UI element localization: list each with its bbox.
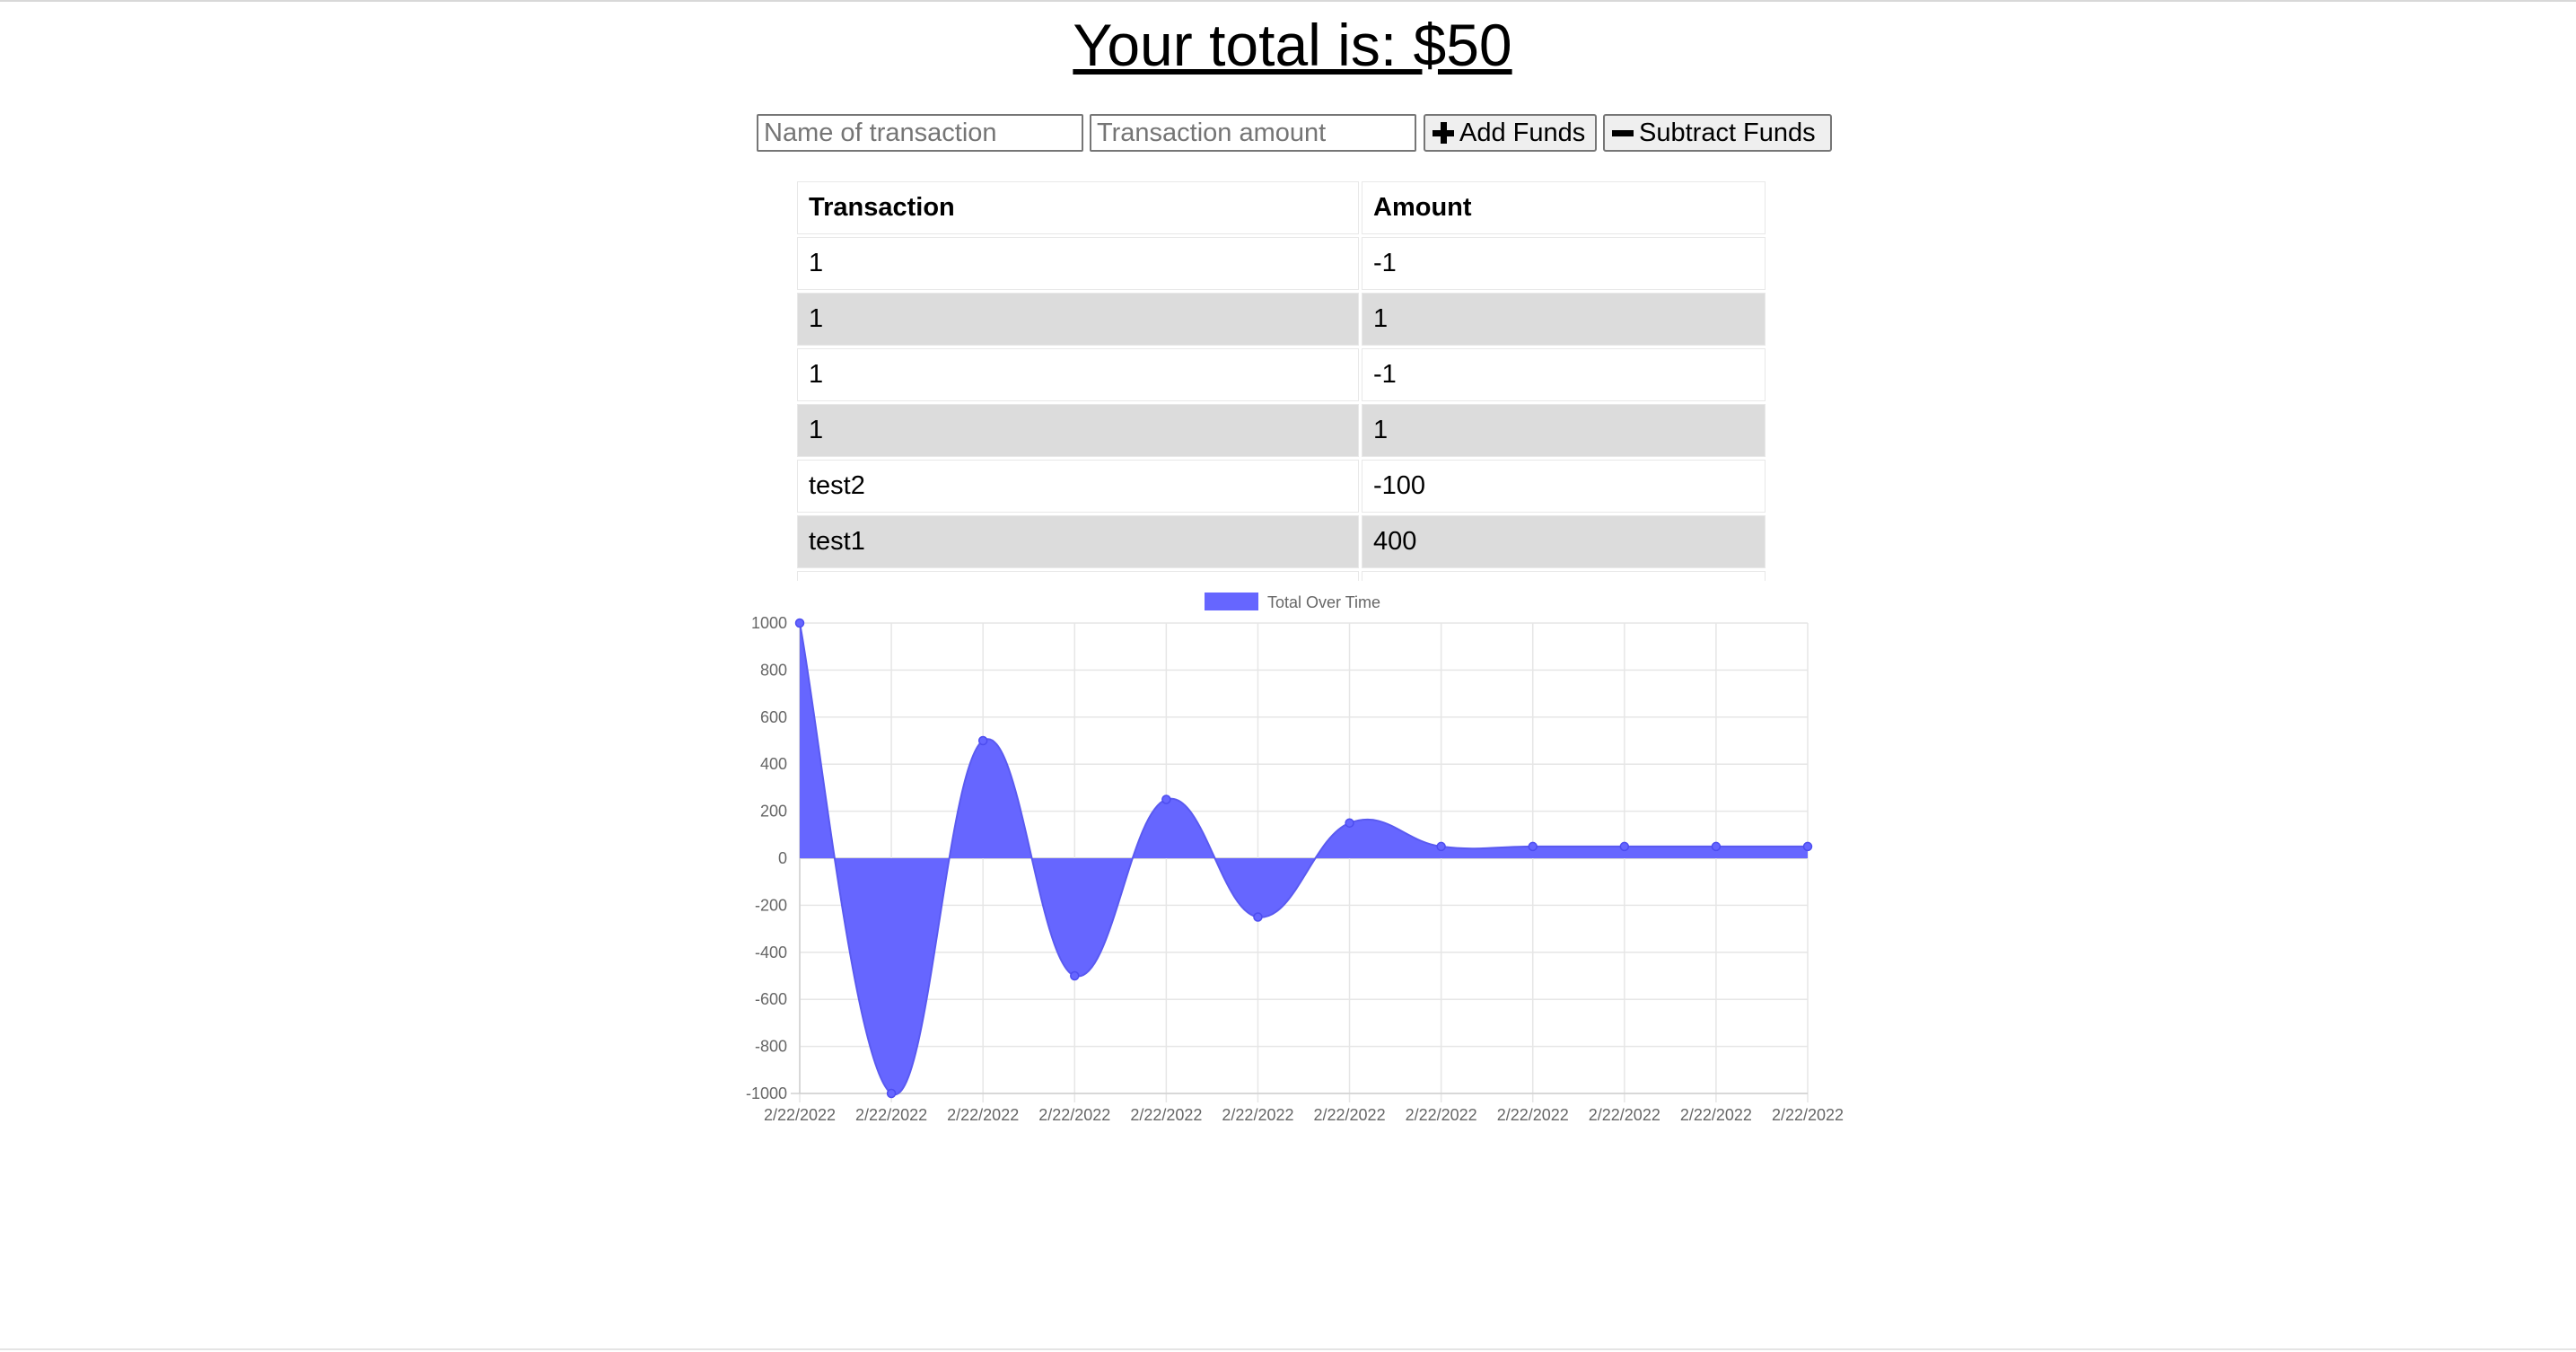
y-tick-label: 800 (760, 661, 787, 679)
subtract-funds-button[interactable]: Subtract Funds (1603, 114, 1832, 152)
transaction-name-cell: 1 (797, 348, 1359, 401)
table-row: 1 -1 (797, 237, 1766, 290)
chart-legend: Total Over Time (1205, 593, 1380, 611)
x-tick-label: 2/22/2022 (1130, 1106, 1202, 1124)
y-tick-label: 0 (778, 849, 787, 867)
minus-icon (1612, 122, 1634, 144)
transaction-name-cell: test1 (797, 515, 1359, 568)
y-tick-label: -200 (755, 896, 787, 914)
data-point (1345, 818, 1354, 828)
transaction-amount-cell: -100 (1362, 460, 1766, 513)
x-tick-label: 2/22/2022 (1680, 1106, 1752, 1124)
x-tick-label: 2/22/2022 (1222, 1106, 1293, 1124)
transaction-amount-cell: 1 (1362, 404, 1766, 457)
chart-grid (791, 622, 1809, 1102)
column-header-transaction: Transaction (797, 181, 1359, 234)
x-tick-label: 2/22/2022 (1038, 1106, 1110, 1124)
legend-swatch (1205, 593, 1258, 610)
add-funds-button[interactable]: Add Funds (1424, 114, 1597, 152)
y-tick-label: -800 (755, 1038, 787, 1056)
data-point (886, 1088, 897, 1099)
y-tick-label: 400 (760, 755, 787, 773)
data-point (1070, 970, 1080, 981)
y-tick-label: -600 (755, 990, 787, 1008)
x-tick-label: 2/22/2022 (1497, 1106, 1569, 1124)
area-fill (800, 623, 1808, 1095)
data-point (1619, 841, 1630, 852)
chart-points (794, 618, 1813, 1099)
transaction-name-cell: 1 (797, 237, 1359, 290)
transaction-amount-cell: -1 (1362, 237, 1766, 290)
table-row: 1 1 (797, 293, 1766, 346)
y-tick-label: -1000 (746, 1084, 787, 1102)
y-tick-label: 600 (760, 708, 787, 726)
page-title: Your total is: $50 (1073, 12, 1512, 78)
transaction-amount-input[interactable] (1090, 114, 1416, 152)
data-point (1711, 841, 1722, 852)
subtract-funds-label: Subtract Funds (1639, 118, 1816, 147)
x-tick-label: 2/22/2022 (947, 1106, 1019, 1124)
x-tick-label: 2/22/2022 (855, 1106, 927, 1124)
data-point (1161, 795, 1171, 804)
transaction-amount-cell (1362, 571, 1766, 581)
chart-area-series (799, 622, 1808, 1096)
table-row: 1 1 (797, 404, 1766, 457)
transaction-amount-cell: 1 (1362, 293, 1766, 346)
plus-icon (1433, 122, 1454, 144)
y-tick-label: -400 (755, 944, 787, 961)
legend-label: Total Over Time (1267, 593, 1380, 611)
chart-x-axis: 2/22/2022 2/22/2022 2/22/2022 2/22/2022 2/22… (764, 1106, 1844, 1124)
x-tick-label: 2/22/2022 (1406, 1106, 1477, 1124)
table-row (797, 571, 1766, 581)
table-row: 1 -1 (797, 348, 1766, 401)
table-row: test2 -100 (797, 460, 1766, 513)
transaction-name-cell: 1 (797, 293, 1359, 346)
transaction-amount-cell: 400 (1362, 515, 1766, 568)
x-tick-label: 2/22/2022 (1314, 1106, 1386, 1124)
top-divider (0, 0, 2576, 2)
bottom-divider (0, 1348, 2576, 1350)
x-tick-label: 2/22/2022 (1772, 1106, 1844, 1124)
transaction-name-input[interactable] (757, 114, 1083, 152)
table-header-row: Transaction Amount (797, 181, 1766, 234)
x-tick-label: 2/22/2022 (1589, 1106, 1660, 1124)
chart-y-axis: 1000 800 600 400 200 0 -200 -400 -600 -800 -1000 (746, 614, 787, 1102)
data-point (977, 735, 988, 746)
data-point (794, 618, 805, 628)
data-point (1253, 912, 1263, 922)
data-point (1436, 841, 1446, 852)
data-point (1528, 841, 1538, 852)
data-point (1802, 841, 1813, 852)
transaction-name-cell (797, 571, 1359, 581)
transaction-amount-cell: -1 (1362, 348, 1766, 401)
column-header-amount: Amount (1362, 181, 1766, 234)
x-tick-label: 2/22/2022 (764, 1106, 836, 1124)
transaction-name-cell: 1 (797, 404, 1359, 457)
y-tick-label: 1000 (751, 614, 787, 632)
series-line (799, 622, 1808, 1096)
table-row: test1 400 (797, 515, 1766, 568)
add-funds-label: Add Funds (1459, 118, 1586, 147)
transaction-name-cell: test2 (797, 460, 1359, 513)
transactions-table-container[interactable]: Transaction Amount 1 -1 1 1 1 -1 1 1 tes (794, 179, 1792, 581)
y-tick-label: 200 (760, 803, 787, 821)
transactions-table: Transaction Amount 1 -1 1 1 1 -1 1 1 tes (794, 179, 1768, 581)
